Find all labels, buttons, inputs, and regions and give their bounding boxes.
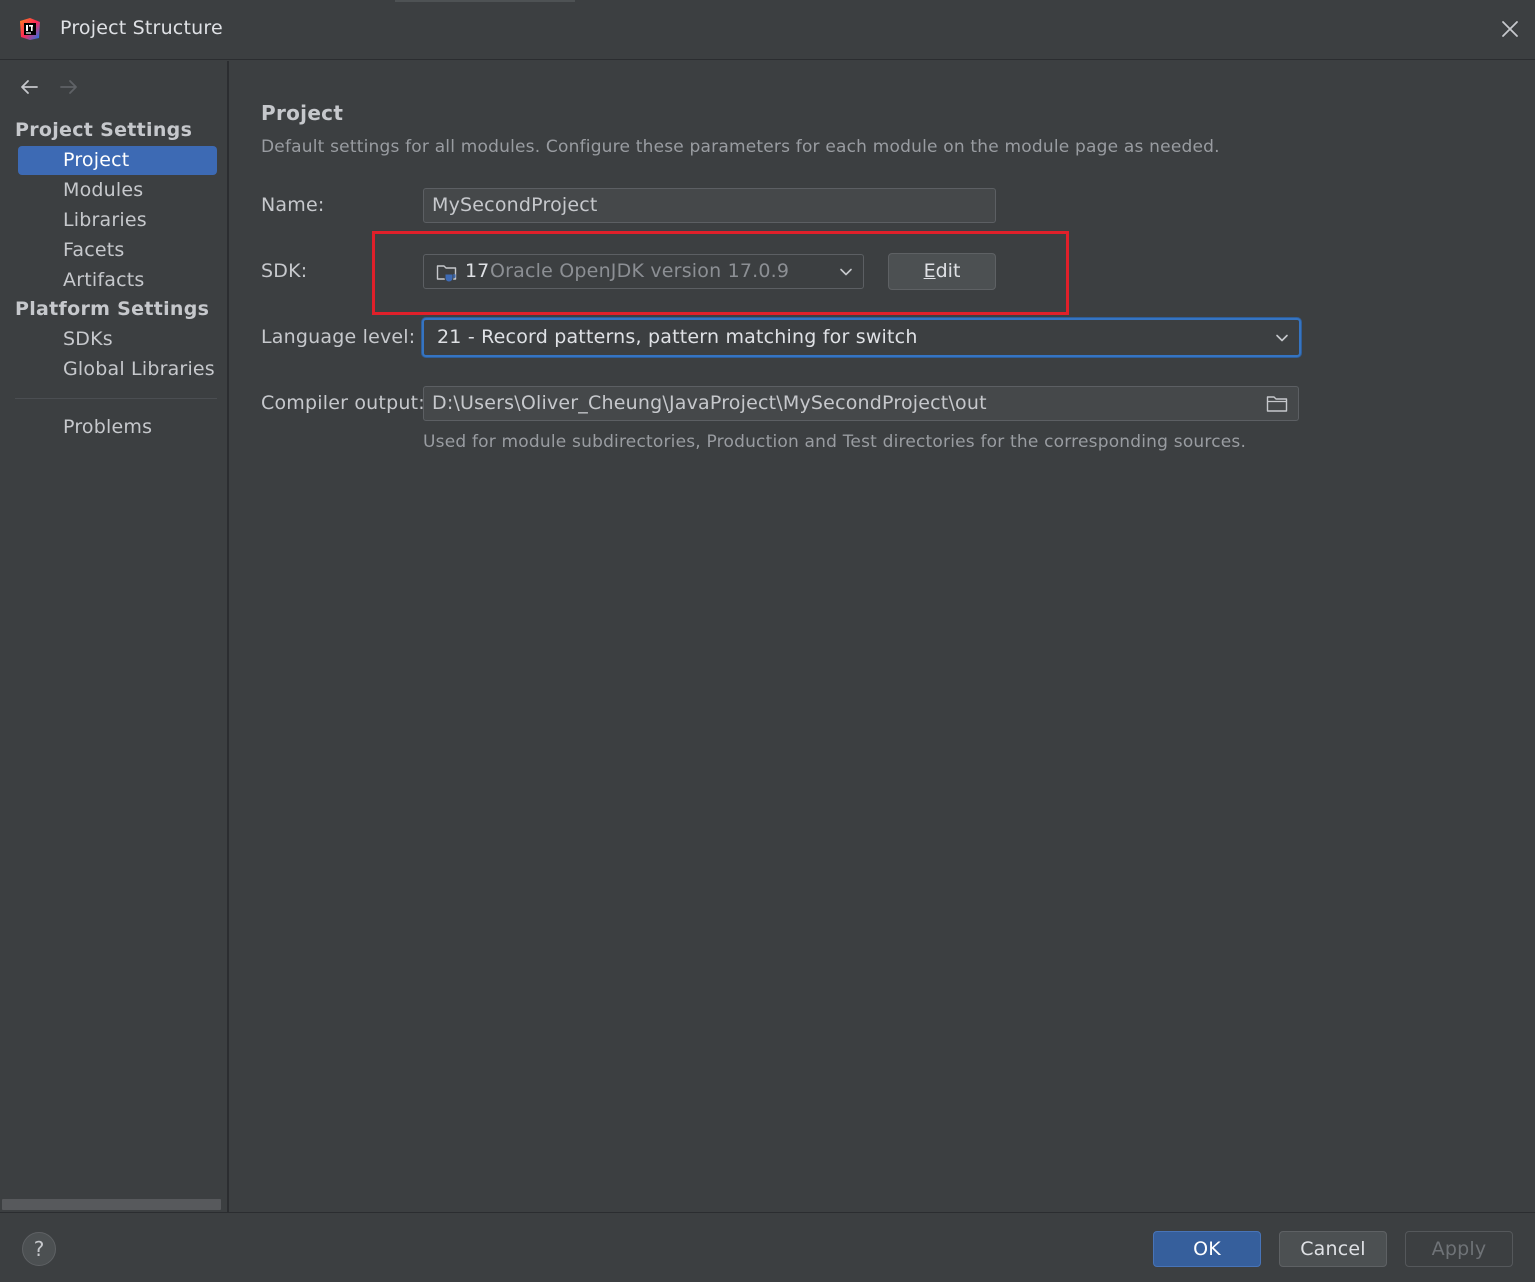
- language-level-dropdown[interactable]: 21 - Record patterns, pattern matching f…: [422, 318, 1301, 357]
- sidebar: Project Settings Project Modules Librari…: [0, 61, 229, 1212]
- close-icon[interactable]: [1499, 18, 1521, 40]
- name-label: Name:: [261, 194, 325, 216]
- intellij-idea-icon: [20, 18, 40, 40]
- title-bar: Project Structure: [0, 0, 1535, 60]
- page-description: Default settings for all modules. Config…: [261, 137, 1220, 157]
- sidebar-item-problems[interactable]: Problems: [18, 413, 217, 442]
- sidebar-item-sdks[interactable]: SDKs: [18, 325, 217, 354]
- arrow-right-icon[interactable]: [58, 77, 80, 97]
- sidebar-item-project[interactable]: Project: [18, 146, 217, 175]
- project-name-field[interactable]: MySecondProject: [423, 188, 996, 223]
- title-bar-accent: [395, 0, 575, 2]
- arrow-left-icon[interactable]: [18, 77, 40, 97]
- language-level-label: Language level:: [261, 326, 416, 348]
- chevron-down-icon: [840, 268, 852, 276]
- dialog-title: Project Structure: [60, 17, 223, 39]
- sdk-name: Oracle OpenJDK version 17.0.9: [490, 260, 790, 282]
- page-title: Project: [261, 101, 344, 125]
- help-button[interactable]: ?: [22, 1232, 56, 1266]
- chevron-down-icon: [1276, 334, 1288, 342]
- sdk-dropdown[interactable]: 17 Oracle OpenJDK version 17.0.9: [423, 254, 864, 289]
- edit-label-rest: dit: [935, 260, 961, 282]
- sdk-label: SDK:: [261, 260, 308, 282]
- compiler-output-value: D:\Users\Oliver_Cheung\JavaProject\MySec…: [432, 392, 987, 414]
- edit-mnemonic: E: [923, 260, 936, 282]
- platform-settings-heading: Platform Settings: [15, 298, 210, 320]
- language-level-value: 21 - Record patterns, pattern matching f…: [437, 326, 918, 348]
- project-settings-heading: Project Settings: [15, 119, 193, 141]
- cancel-button[interactable]: Cancel: [1279, 1231, 1387, 1267]
- jdk-folder-icon: [436, 265, 457, 283]
- ok-button[interactable]: OK: [1153, 1231, 1261, 1267]
- sidebar-item-global-libraries[interactable]: Global Libraries: [18, 355, 217, 384]
- compiler-output-hint: Used for module subdirectories, Producti…: [423, 432, 1247, 452]
- compiler-output-label: Compiler output:: [261, 392, 425, 414]
- dialog-footer: ? OK Cancel Apply: [0, 1212, 1535, 1282]
- sidebar-item-artifacts[interactable]: Artifacts: [18, 266, 217, 295]
- sidebar-divider: [15, 398, 217, 399]
- sidebar-item-libraries[interactable]: Libraries: [18, 206, 217, 235]
- apply-button[interactable]: Apply: [1405, 1231, 1513, 1267]
- project-structure-dialog: Project Structure Project Settings Proje…: [0, 0, 1535, 1282]
- edit-sdk-button[interactable]: Edit: [888, 253, 996, 290]
- compiler-output-field[interactable]: D:\Users\Oliver_Cheung\JavaProject\MySec…: [423, 386, 1299, 421]
- project-settings-panel: Project Default settings for all modules…: [231, 61, 1535, 1212]
- folder-icon[interactable]: [1266, 395, 1288, 413]
- sidebar-item-modules[interactable]: Modules: [18, 176, 217, 205]
- sidebar-item-facets[interactable]: Facets: [18, 236, 217, 265]
- sdk-version: 17: [465, 260, 490, 282]
- sidebar-horizontal-scrollbar[interactable]: [2, 1199, 221, 1210]
